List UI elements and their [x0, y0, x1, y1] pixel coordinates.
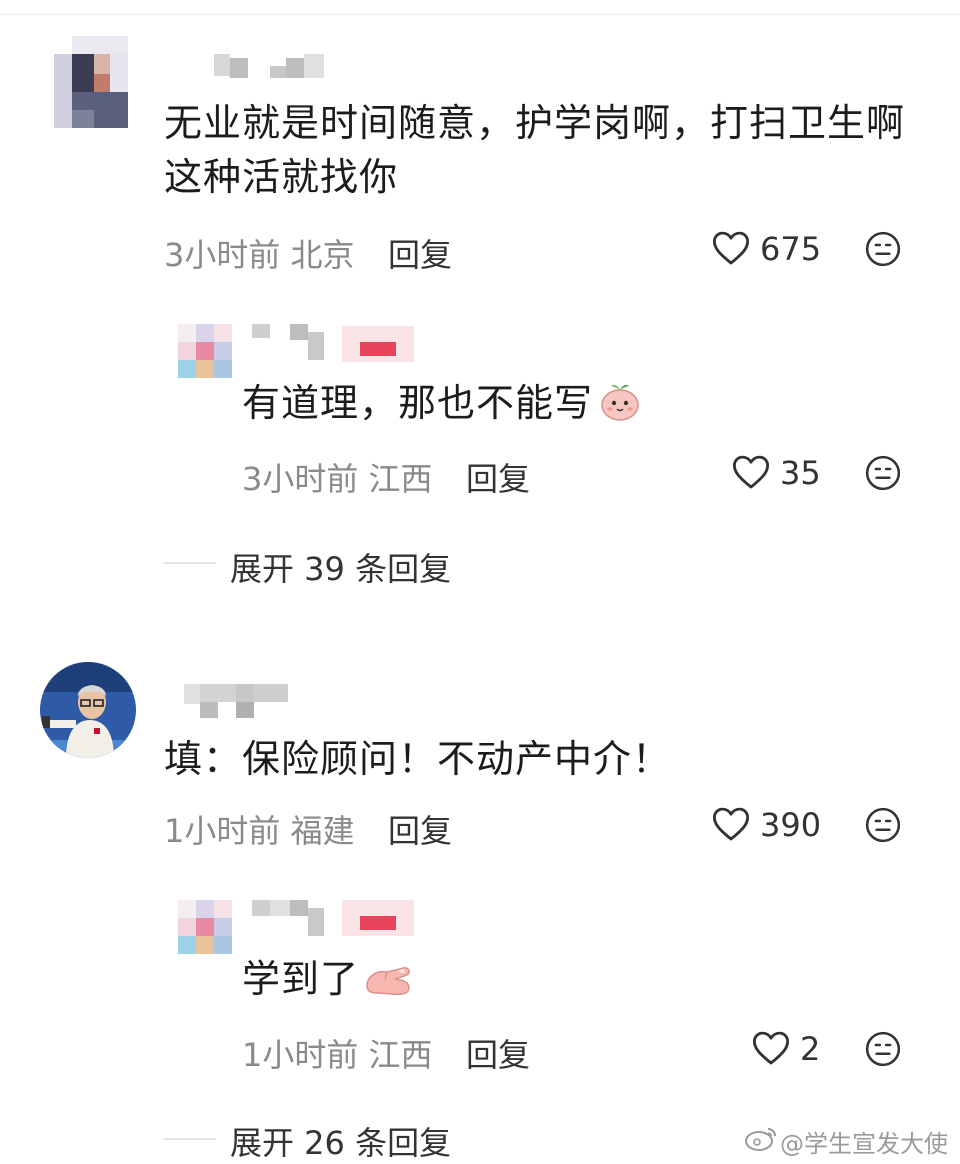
heart-outline-icon[interactable] [712, 230, 750, 266]
username-blurred[interactable] [214, 54, 326, 80]
expand-divider [164, 1138, 216, 1140]
reply-button[interactable]: 回复 [388, 806, 452, 852]
reply-like-count: 2 [800, 1030, 821, 1068]
reply-reply-button[interactable]: 回复 [466, 1030, 530, 1076]
watermark-text: @学生宣发大使 [780, 1130, 948, 1158]
reply-avatar[interactable] [178, 324, 234, 378]
reply-time-location: 1小时前 江西 [242, 1036, 433, 1074]
username-blurred[interactable] [184, 684, 290, 720]
expand-replies-button[interactable]: 展开 39 条回复 [230, 544, 451, 590]
comment-text: 无业就是时间随意，护学岗啊，打扫卫生啊这种活就找你 [164, 101, 906, 199]
meh-face-icon[interactable] [864, 230, 902, 268]
reply-text: 学到了 [242, 952, 413, 1006]
reply-avatar[interactable] [178, 900, 234, 954]
like-count: 390 [760, 806, 822, 844]
reply-text: 有道理，那也不能写 [242, 376, 643, 430]
like-count: 675 [760, 230, 822, 268]
reply-username-blurred[interactable] [252, 900, 328, 936]
reply-username-blurred[interactable] [252, 324, 328, 360]
avatar[interactable] [54, 36, 128, 128]
peach-face-emoji [597, 378, 643, 424]
avatar[interactable] [40, 662, 136, 758]
reply-like-count: 35 [780, 454, 821, 492]
comment-time-location: 1小时前 福建 [164, 812, 355, 850]
meh-face-icon[interactable] [864, 1030, 902, 1068]
top-divider [0, 14, 960, 15]
expand-replies-button[interactable]: 展开 26 条回复 [230, 1118, 451, 1164]
reply-text-content: 有道理，那也不能写 [242, 381, 594, 425]
reply-time-location: 3小时前 江西 [242, 460, 433, 498]
comment-time-location: 3小时前 北京 [164, 236, 355, 274]
reply-reply-button[interactable]: 回复 [466, 454, 530, 500]
meh-face-icon[interactable] [864, 806, 902, 844]
reply-button[interactable]: 回复 [388, 230, 452, 276]
expand-divider [164, 562, 216, 564]
reply-text-content: 学到了 [242, 957, 360, 1001]
pinching-hand-emoji [363, 962, 413, 998]
weibo-logo-icon [744, 1124, 778, 1152]
user-badge [342, 900, 414, 936]
heart-outline-icon[interactable] [712, 806, 750, 842]
heart-outline-icon[interactable] [752, 1030, 790, 1066]
heart-outline-icon[interactable] [732, 454, 770, 490]
meh-face-icon[interactable] [864, 454, 902, 492]
user-badge [342, 326, 414, 362]
comment-text: 填：保险顾问！不动产中介！ [164, 737, 672, 781]
